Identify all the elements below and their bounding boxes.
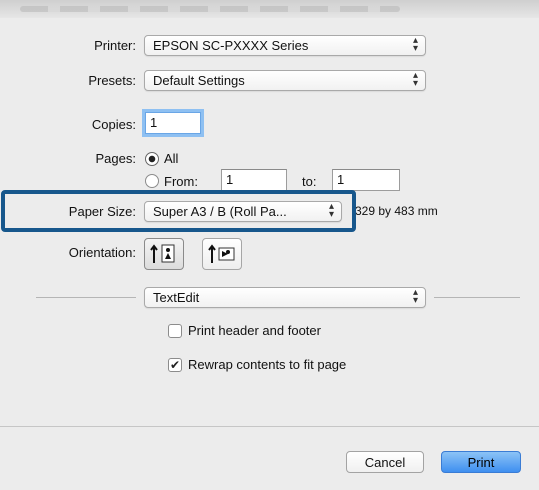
copies-field[interactable]: 1 xyxy=(145,112,201,134)
printer-popup[interactable]: EPSON SC-PXXXX Series ▴ ▾ xyxy=(144,35,426,56)
copies-label: Copies: xyxy=(91,117,136,132)
print-button[interactable]: Print xyxy=(441,451,521,473)
paper-size-dimensions: 329 by 483 mm xyxy=(355,204,438,218)
updown-chevron-icon: ▴ ▾ xyxy=(412,287,418,306)
rewrap-contents-label: Rewrap contents to fit page xyxy=(188,357,347,372)
printer-label: Printer: xyxy=(94,38,136,53)
orientation-label: Orientation: xyxy=(68,245,136,260)
pages-from-radio[interactable] xyxy=(145,174,159,188)
printer-value: EPSON SC-PXXXX Series xyxy=(153,38,309,53)
title-bar-blur xyxy=(20,6,400,12)
print-header-footer-label: Print header and footer xyxy=(188,323,321,338)
landscape-icon xyxy=(208,244,235,263)
pages-all-radio[interactable] xyxy=(145,152,159,166)
section-divider-left xyxy=(36,297,136,298)
footer-divider xyxy=(0,426,539,427)
paper-size-highlight-frame xyxy=(1,190,356,232)
orientation-landscape-button[interactable] xyxy=(202,238,242,270)
orientation-portrait-button[interactable] xyxy=(144,238,184,270)
rewrap-contents-checkbox[interactable]: ✔ xyxy=(168,358,182,372)
updown-chevron-icon: ▴ ▾ xyxy=(412,70,418,89)
presets-popup[interactable]: Default Settings ▴ ▾ xyxy=(144,70,426,91)
pages-from-field[interactable]: 1 xyxy=(221,169,287,191)
cancel-button[interactable]: Cancel xyxy=(346,451,424,473)
checkmark-icon: ✔ xyxy=(169,358,181,372)
print-header-footer-checkbox[interactable] xyxy=(168,324,182,338)
presets-label: Presets: xyxy=(88,73,136,88)
pages-all-label: All xyxy=(164,151,179,166)
portrait-icon xyxy=(150,244,175,263)
section-value: TextEdit xyxy=(153,290,200,305)
window-title-bar xyxy=(0,0,539,18)
presets-value: Default Settings xyxy=(153,73,245,88)
pages-to-field[interactable]: 1 xyxy=(332,169,400,191)
pages-from-label: From: xyxy=(164,174,198,189)
pages-to-label: to: xyxy=(302,174,317,189)
pages-label: Pages: xyxy=(95,151,136,166)
section-divider-right xyxy=(434,297,520,298)
section-popup[interactable]: TextEdit ▴ ▾ xyxy=(144,287,426,308)
updown-chevron-icon: ▴ ▾ xyxy=(412,35,418,54)
